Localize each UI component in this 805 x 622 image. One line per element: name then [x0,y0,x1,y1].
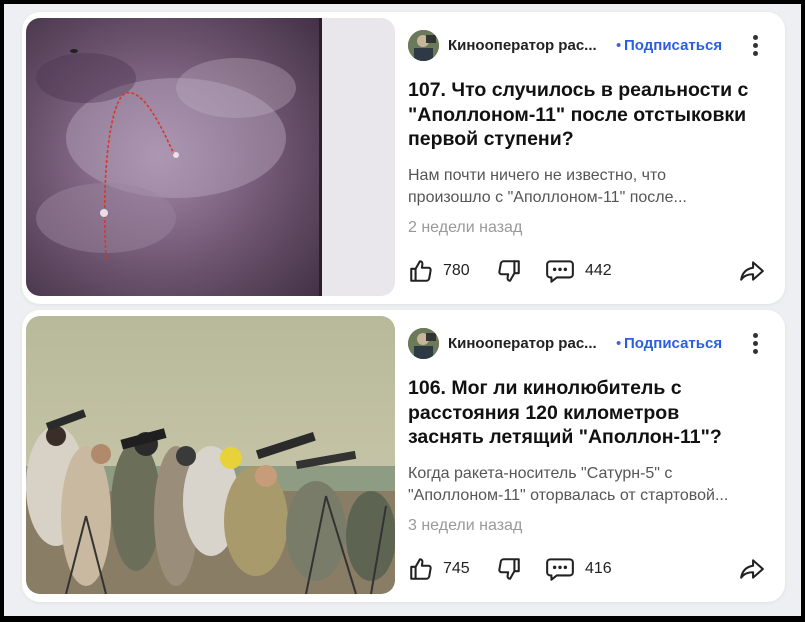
share-button[interactable] [738,554,768,586]
action-bar: 745 416 [408,554,778,586]
separator-dot: • [616,37,622,54]
like-count: 745 [443,560,470,577]
article-card[interactable]: Кинооператор рас... • Подписаться 106. М… [22,310,785,602]
comment-count: 442 [585,262,612,279]
channel-avatar[interactable] [408,30,439,61]
feed-container: Кинооператор рас... • Подписаться 107. Ч… [4,4,801,616]
like-button[interactable]: 780 [408,256,478,288]
separator-dot: • [616,335,622,352]
more-icon[interactable] [748,33,762,59]
article-title[interactable]: 106. Мог ли кинолюбитель с расстояния 12… [408,376,753,450]
article-card[interactable]: Кинооператор рас... • Подписаться 107. Ч… [22,12,785,304]
dislike-button[interactable] [496,256,526,288]
like-icon [410,558,432,580]
like-icon [410,260,432,282]
dislike-icon [498,558,520,580]
comment-icon [546,260,574,283]
share-button[interactable] [738,256,768,288]
comment-icon [546,558,574,581]
author-row: Кинооператор рас... • Подписаться [408,30,778,62]
publish-time: 3 недели назад [408,517,523,534]
channel-name[interactable]: Кинооператор рас... [448,335,597,352]
dislike-button[interactable] [496,554,526,586]
subscribe-link[interactable]: Подписаться [624,37,722,54]
share-icon [740,261,764,281]
article-thumbnail[interactable] [26,18,395,296]
author-row: Кинооператор рас... • Подписаться [408,328,778,360]
publish-time: 2 недели назад [408,219,523,236]
article-snippet[interactable]: Нам почти ничего не известно, что произо… [408,165,738,209]
comments-button[interactable]: 442 [545,256,625,288]
dislike-icon [498,260,520,282]
article-title[interactable]: 107. Что случилось в реальности с "Аполл… [408,78,753,152]
article-snippet[interactable]: Когда ракета-носитель "Сатурн-5" с "Апол… [408,463,738,507]
action-bar: 780 442 [408,256,778,288]
channel-name[interactable]: Кинооператор рас... [448,37,597,54]
more-icon[interactable] [748,331,762,357]
like-button[interactable]: 745 [408,554,478,586]
channel-avatar[interactable] [408,328,439,359]
article-thumbnail[interactable] [26,316,395,594]
comments-button[interactable]: 416 [545,554,625,586]
share-icon [740,559,764,579]
subscribe-link[interactable]: Подписаться [624,335,722,352]
article-content: Кинооператор рас... • Подписаться 107. Ч… [408,12,778,304]
article-content: Кинооператор рас... • Подписаться 106. М… [408,310,778,602]
like-count: 780 [443,262,470,279]
comment-count: 416 [585,560,612,577]
